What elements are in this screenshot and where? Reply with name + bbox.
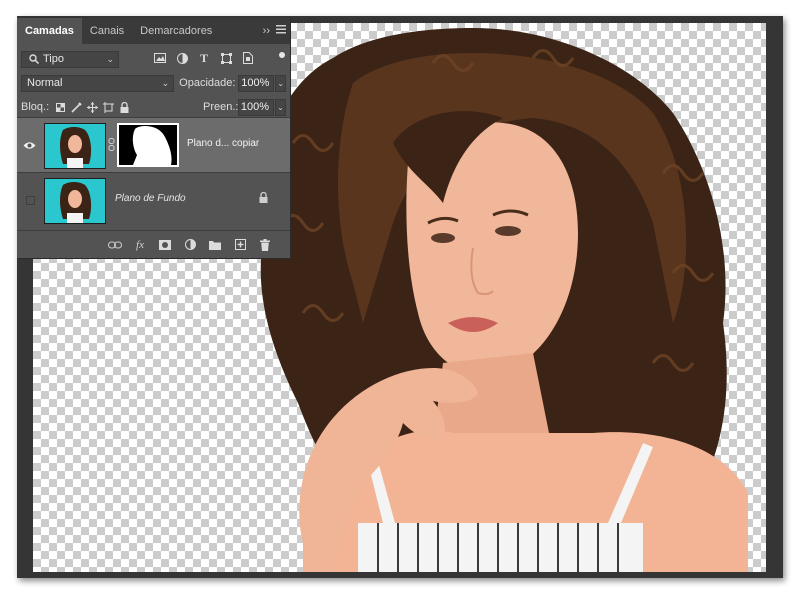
chevron-down-icon: ⌄ bbox=[106, 53, 114, 64]
type-filter-icon[interactable]: T bbox=[197, 51, 211, 65]
shape-filter-icon[interactable] bbox=[219, 51, 233, 65]
layer-name[interactable]: Plano de Fundo bbox=[115, 193, 186, 204]
adjustment-filter-icon[interactable] bbox=[175, 51, 189, 65]
new-adjustment-icon[interactable] bbox=[183, 238, 197, 252]
opacity-label: Opacidade: bbox=[179, 77, 236, 89]
lock-image-pixels-icon[interactable] bbox=[69, 100, 83, 114]
new-layer-icon[interactable] bbox=[233, 238, 247, 252]
image-filter-icon[interactable] bbox=[153, 51, 167, 65]
fill-input[interactable]: 100% bbox=[238, 98, 274, 116]
panel-tab-bar: Camadas Canais Demarcadores ›› bbox=[17, 18, 290, 44]
lock-all-icon[interactable] bbox=[117, 100, 131, 114]
panel-menu-icon[interactable] bbox=[276, 25, 286, 37]
fx-icon[interactable]: fx bbox=[133, 238, 147, 252]
lock-label: Bloq.: bbox=[21, 101, 50, 113]
add-mask-icon[interactable] bbox=[158, 238, 172, 252]
layer-thumbnail[interactable] bbox=[44, 123, 106, 169]
opacity-slider-toggle[interactable]: ⌄ bbox=[275, 74, 286, 92]
lock-position-icon[interactable] bbox=[85, 100, 99, 114]
layer-mask-thumbnail[interactable] bbox=[117, 123, 179, 167]
blend-mode-select[interactable]: Normal ⌄ bbox=[21, 74, 175, 92]
layer-name[interactable]: Plano d... copiar bbox=[187, 138, 259, 149]
fill-label: Preen.: bbox=[203, 101, 239, 113]
layer-filter-select[interactable]: Tipo ⌄ bbox=[21, 50, 119, 68]
layer-filter-value: Tipo bbox=[43, 53, 64, 65]
delete-icon[interactable] bbox=[258, 238, 272, 252]
layers-list: Plano d... copiar Plano de Fundo bbox=[17, 117, 290, 227]
layer-thumbnail[interactable] bbox=[44, 178, 106, 224]
smart-object-filter-icon[interactable] bbox=[241, 51, 255, 65]
visibility-eye-icon[interactable] bbox=[21, 137, 37, 153]
mask-link-icon[interactable] bbox=[108, 138, 116, 152]
layers-panel-footer: fx bbox=[17, 230, 290, 258]
fill-slider-toggle[interactable]: ⌄ bbox=[275, 98, 286, 116]
filter-toggle-switch[interactable] bbox=[279, 52, 285, 58]
layer-row-copy[interactable]: Plano d... copiar bbox=[17, 117, 290, 172]
visibility-toggle[interactable] bbox=[26, 196, 35, 205]
tab-paths[interactable]: Demarcadores bbox=[132, 18, 220, 44]
link-icon[interactable] bbox=[108, 238, 122, 252]
lock-transparent-pixels-icon[interactable] bbox=[53, 100, 67, 114]
layer-lock-icon bbox=[259, 191, 268, 206]
chevron-down-icon: ⌄ bbox=[161, 77, 170, 88]
blend-mode-value: Normal bbox=[27, 77, 63, 89]
opacity-input[interactable]: 100% bbox=[238, 74, 275, 92]
tab-layers[interactable]: Camadas bbox=[17, 18, 82, 44]
new-group-icon[interactable] bbox=[208, 238, 222, 252]
collapse-panels-icon[interactable]: ›› bbox=[263, 25, 270, 37]
lock-artboard-icon[interactable] bbox=[101, 100, 115, 114]
layers-panel: Camadas Canais Demarcadores ›› Tipo ⌄ T bbox=[17, 18, 291, 259]
tab-channels[interactable]: Canais bbox=[82, 18, 132, 44]
layer-row-background[interactable]: Plano de Fundo bbox=[17, 172, 290, 227]
search-icon bbox=[27, 52, 41, 66]
